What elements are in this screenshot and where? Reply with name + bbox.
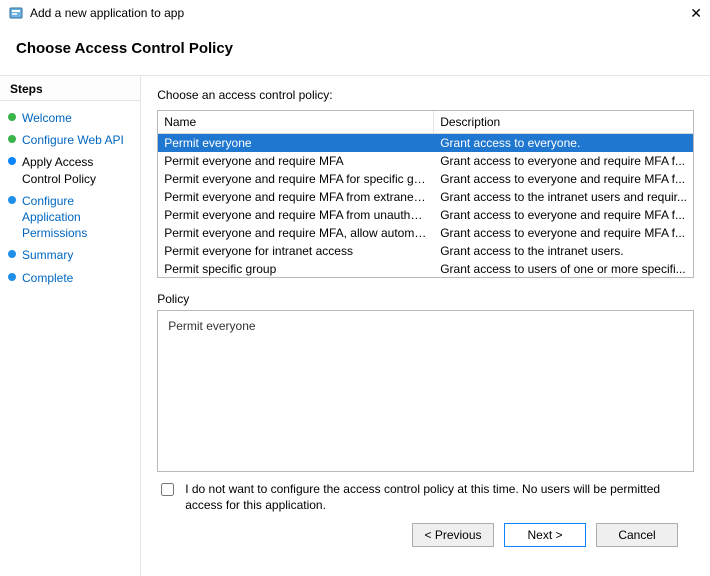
steps-sidebar: Steps Welcome Configure Web API Apply Acce… (0, 76, 141, 576)
policy-description-cell: Grant access to everyone. (434, 135, 693, 151)
step-bullet-icon (8, 250, 16, 258)
policy-prompt: Choose an access control policy: (157, 88, 694, 102)
policy-description-cell: Grant access to the intranet users and r… (434, 189, 693, 205)
main-panel: Choose an access control policy: Name De… (141, 76, 710, 576)
step-bullet-icon (8, 273, 16, 281)
sidebar-item[interactable]: Summary (4, 244, 136, 266)
policy-name-cell: Permit everyone and require MFA, allow a… (158, 225, 434, 241)
policy-grid: Name Description Permit everyoneGrant ac… (157, 110, 694, 278)
policy-description-cell: Grant access to users of one or more spe… (434, 261, 693, 277)
policy-section-label: Policy (157, 292, 694, 306)
previous-button[interactable]: < Previous (412, 523, 494, 547)
sidebar-item-label: Configure Web API (22, 132, 124, 148)
skip-label[interactable]: I do not want to configure the access co… (185, 482, 694, 513)
policy-name-cell: Permit everyone and require MFA from una… (158, 207, 434, 223)
policy-name-cell: Permit everyone (158, 135, 434, 151)
sidebar-item[interactable]: Configure Application Permissions (4, 190, 136, 245)
sidebar-item-label: Summary (22, 247, 73, 263)
skip-row: I do not want to configure the access co… (157, 482, 694, 513)
table-row[interactable]: Permit everyone and require MFA for spec… (158, 170, 693, 188)
table-row[interactable]: Permit specific groupGrant access to use… (158, 260, 693, 278)
policy-name-cell: Permit everyone and require MFA for spec… (158, 171, 434, 187)
policy-description-cell: Grant access to the intranet users. (434, 243, 693, 259)
titlebar: Add a new application to app ✕ (0, 0, 710, 26)
steps-title: Steps (0, 76, 140, 101)
policy-grid-header: Name Description (158, 111, 693, 134)
policy-description-cell: Grant access to everyone and require MFA… (434, 225, 693, 241)
sidebar-item[interactable]: Complete (4, 267, 136, 289)
policy-description-cell: Grant access to everyone and require MFA… (434, 171, 693, 187)
steps-list: Welcome Configure Web API Apply Access Con… (0, 101, 140, 295)
sidebar-item-label: Configure Application Permissions (22, 193, 132, 242)
table-row[interactable]: Permit everyone and require MFA from una… (158, 206, 693, 224)
step-bullet-icon (8, 157, 16, 165)
app-icon (8, 5, 24, 21)
policy-name-cell: Permit everyone for intranet access (158, 243, 434, 259)
sidebar-item[interactable]: Apply Access Control Policy (4, 151, 136, 189)
wizard-footer: < Previous Next > Cancel (157, 513, 694, 557)
policy-description-cell: Grant access to everyone and require MFA… (434, 207, 693, 223)
table-row[interactable]: Permit everyone and require MFAGrant acc… (158, 152, 693, 170)
wizard-body: Steps Welcome Configure Web API Apply Acce… (0, 75, 710, 576)
sidebar-item-label: Welcome (22, 110, 72, 126)
policy-name-cell: Permit specific group (158, 261, 434, 277)
step-bullet-icon (8, 196, 16, 204)
policy-grid-body: Permit everyoneGrant access to everyone.… (158, 134, 693, 278)
sidebar-item[interactable]: Welcome (4, 107, 136, 129)
policy-name-cell: Permit everyone and require MFA (158, 153, 434, 169)
step-bullet-icon (8, 113, 16, 121)
column-header-name[interactable]: Name (158, 111, 434, 133)
table-row[interactable]: Permit everyoneGrant access to everyone. (158, 134, 693, 152)
cancel-button[interactable]: Cancel (596, 523, 678, 547)
policy-preview: Permit everyone (157, 310, 694, 472)
table-row[interactable]: Permit everyone and require MFA from ext… (158, 188, 693, 206)
table-row[interactable]: Permit everyone and require MFA, allow a… (158, 224, 693, 242)
policy-name-cell: Permit everyone and require MFA from ext… (158, 189, 434, 205)
close-icon[interactable]: ✕ (662, 5, 702, 22)
policy-description-cell: Grant access to everyone and require MFA… (434, 153, 693, 169)
column-header-description[interactable]: Description (434, 111, 693, 133)
sidebar-item[interactable]: Configure Web API (4, 129, 136, 151)
next-button[interactable]: Next > (504, 523, 586, 547)
table-row[interactable]: Permit everyone for intranet accessGrant… (158, 242, 693, 260)
page-title: Choose Access Control Policy (0, 26, 710, 75)
sidebar-item-label: Complete (22, 270, 73, 286)
wizard-window: Add a new application to app ✕ Choose Ac… (0, 0, 710, 576)
sidebar-item-label: Apply Access Control Policy (22, 154, 132, 186)
step-bullet-icon (8, 135, 16, 143)
window-title: Add a new application to app (30, 6, 662, 20)
skip-checkbox[interactable] (161, 483, 174, 496)
